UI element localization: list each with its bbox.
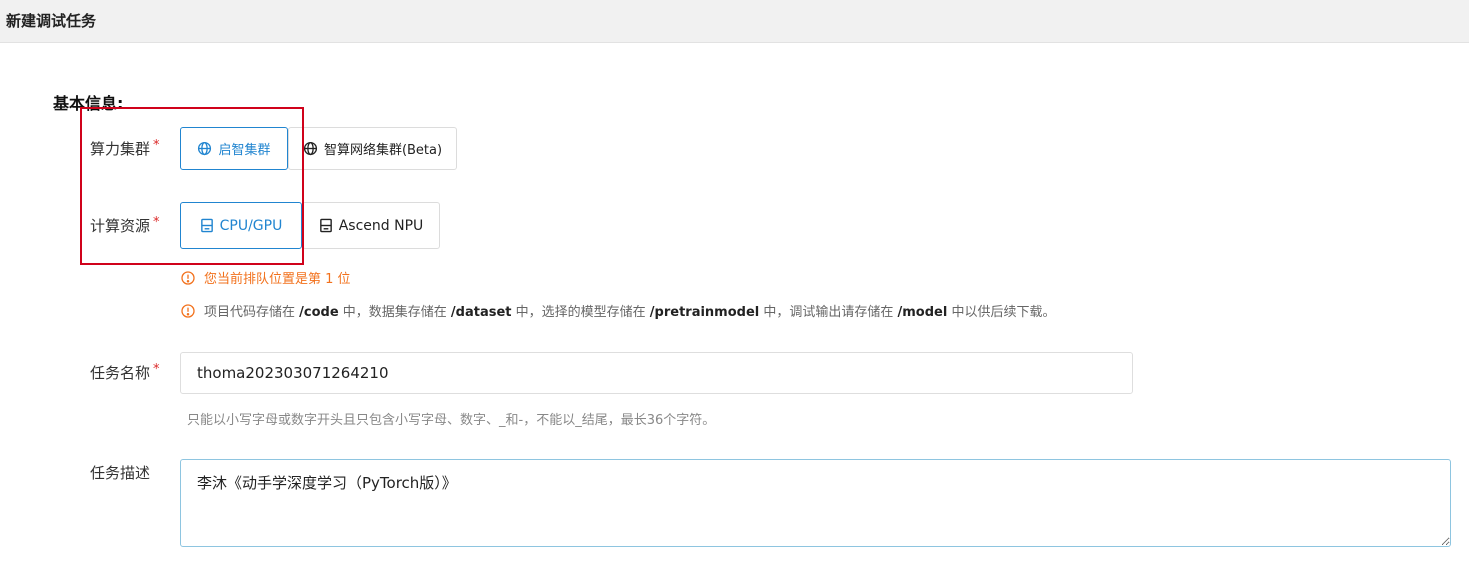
storage-text-2: 中，数据集存储在 — [338, 305, 451, 320]
required-mark: * — [153, 215, 160, 230]
cluster-option-label: 启智集群 — [218, 143, 271, 158]
cluster-label: 算力集群 * — [90, 138, 160, 159]
server-icon — [200, 218, 214, 233]
storage-notice: 项目代码存储在 /code 中，数据集存储在 /dataset 中，选择的模型存… — [181, 301, 1055, 320]
storage-text-3: 中，选择的模型存储在 — [511, 305, 650, 320]
warning-circle-icon — [181, 270, 195, 285]
storage-text-4: 中，调试输出请存储在 — [759, 305, 898, 320]
task-name-label: 任务名称 * — [90, 362, 160, 383]
storage-notice-text: 项目代码存储在 /code 中，数据集存储在 /dataset 中，选择的模型存… — [204, 301, 1055, 320]
cluster-label-text: 算力集群 — [90, 140, 151, 158]
queue-notice-text: 您当前排队位置是第 1 位 — [204, 272, 351, 287]
warning-circle-icon — [181, 303, 195, 318]
storage-text-1: 项目代码存储在 — [204, 305, 300, 320]
pretrainmodel-path: /pretrainmodel — [649, 305, 760, 320]
dataset-path: /dataset — [450, 305, 512, 320]
server-icon — [319, 218, 333, 233]
required-mark: * — [153, 362, 160, 377]
required-mark: * — [153, 138, 160, 153]
globe-icon — [303, 141, 318, 156]
compute-label: 计算资源 * — [90, 215, 160, 236]
task-name-hint: 只能以小写字母或数字开头且只包含小写字母、数字、_和-，不能以_结尾，最长36个… — [187, 413, 716, 428]
task-name-input[interactable] — [180, 352, 1133, 394]
task-desc-textarea[interactable]: 李沐《动手学深度学习（PyTorch版）》 — [180, 459, 1451, 547]
compute-option-label: Ascend NPU — [338, 217, 424, 234]
compute-option-label: CPU/GPU — [219, 217, 283, 234]
compute-option-cpu-gpu[interactable]: CPU/GPU — [180, 202, 302, 249]
queue-notice: 您当前排队位置是第 1 位 — [181, 268, 351, 287]
page-title: 新建调试任务 — [6, 12, 97, 30]
output-path: /model — [897, 305, 948, 320]
compute-option-ascend-npu[interactable]: Ascend NPU — [302, 202, 440, 249]
compute-label-text: 计算资源 — [90, 217, 151, 235]
code-path: /code — [299, 305, 339, 320]
cluster-option-zhisuan[interactable]: 智算网络集群(Beta) — [288, 127, 457, 170]
cluster-option-qizhi[interactable]: 启智集群 — [180, 127, 288, 170]
section-title-basic-info: 基本信息: — [53, 94, 124, 113]
page-header: 新建调试任务 — [0, 0, 1469, 43]
globe-icon — [197, 141, 212, 156]
task-name-label-text: 任务名称 — [90, 364, 151, 382]
storage-text-5: 中以供后续下载。 — [947, 305, 1056, 320]
task-desc-label: 任务描述 — [90, 464, 151, 482]
cluster-option-label: 智算网络集群(Beta) — [323, 143, 443, 158]
